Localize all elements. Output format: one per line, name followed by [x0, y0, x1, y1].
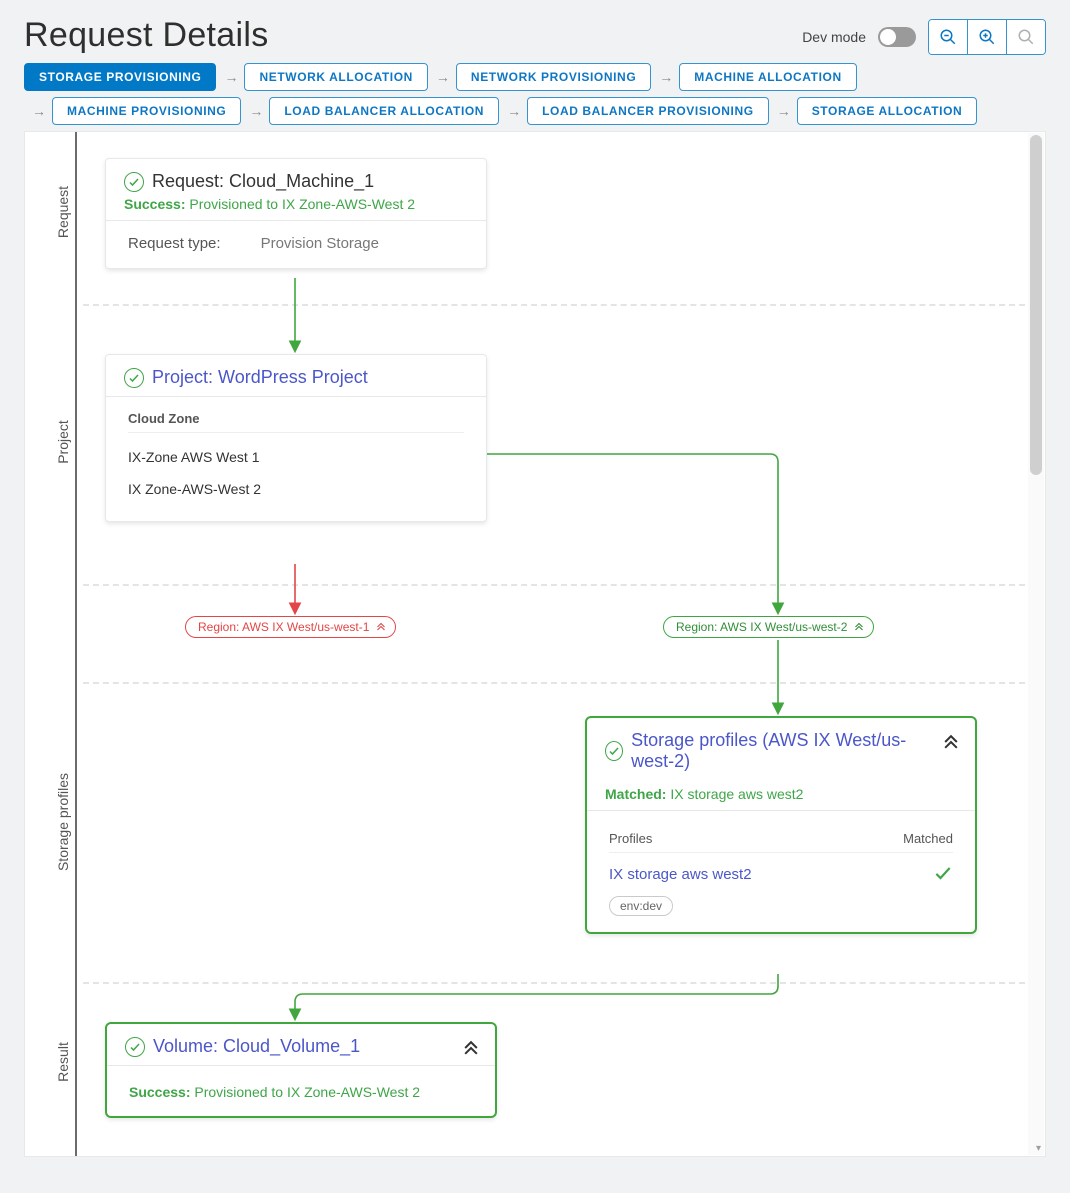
project-title-link[interactable]: Project: WordPress Project — [152, 367, 368, 388]
profiles-col-header: Profiles — [609, 831, 652, 846]
chevron-right-icon: → — [30, 103, 48, 119]
stage-machine-allocation[interactable]: MACHINE ALLOCATION — [679, 63, 856, 91]
matched-label: Matched: — [605, 786, 666, 802]
chevron-right-icon: → — [434, 69, 452, 85]
region-pill-fail[interactable]: Region: AWS IX West/us-west-1 — [185, 616, 396, 638]
result-title-row: Volume: Cloud_Volume_1 — [125, 1036, 477, 1057]
result-card: Volume: Cloud_Volume_1 Success: Provisio… — [105, 1022, 497, 1118]
project-title-row: Project: WordPress Project — [124, 367, 468, 388]
region-label: Region: AWS IX West/us-west-2 — [676, 620, 847, 634]
dev-mode-label: Dev mode — [802, 29, 866, 45]
dev-mode-toggle[interactable] — [878, 27, 916, 47]
chevron-right-icon: → — [222, 69, 240, 85]
chevron-right-icon: → — [775, 103, 793, 119]
zoom-out-button[interactable] — [929, 20, 968, 54]
stage-network-allocation[interactable]: NETWORK ALLOCATION — [244, 63, 427, 91]
request-status-text: Provisioned to IX Zone-AWS-West 2 — [189, 196, 415, 212]
request-type-value: Provision Storage — [261, 235, 379, 252]
success-icon — [124, 172, 144, 192]
lane-label-project: Project — [55, 420, 71, 464]
collapse-icon[interactable] — [461, 1038, 481, 1061]
storage-profiles-title-row: Storage profiles (AWS IX West/us-west-2) — [605, 730, 957, 772]
cloud-zone-item: IX Zone-AWS-West 2 — [128, 473, 464, 505]
stage-lb-allocation[interactable]: LOAD BALANCER ALLOCATION — [269, 97, 499, 125]
lane-label-result: Result — [55, 1042, 71, 1082]
profile-name-link[interactable]: IX storage aws west2 — [609, 866, 752, 883]
project-card: Project: WordPress Project Cloud Zone IX… — [105, 354, 487, 522]
region-pill-ok[interactable]: Region: AWS IX West/us-west-2 — [663, 616, 874, 638]
success-icon — [605, 741, 623, 761]
page-title: Request Details — [24, 16, 269, 55]
profile-row: IX storage aws west2 — [609, 853, 953, 890]
request-title-row: Request: Cloud_Machine_1 — [124, 171, 468, 192]
matched-value: IX storage aws west2 — [670, 786, 803, 802]
scrollbar[interactable]: ▾ — [1028, 133, 1044, 1155]
request-title: Request: Cloud_Machine_1 — [152, 171, 374, 192]
zoom-in-button[interactable] — [968, 20, 1007, 54]
stage-breadcrumbs-row2: → MACHINE PROVISIONING → LOAD BALANCER A… — [24, 97, 1046, 125]
zoom-reset-button — [1007, 20, 1045, 54]
cloud-zone-item: IX-Zone AWS West 1 — [128, 441, 464, 473]
flow-canvas: Request Project Storage profiles Result — [24, 131, 1046, 1157]
chevron-right-icon: → — [657, 69, 675, 85]
stage-storage-allocation[interactable]: STORAGE ALLOCATION — [797, 97, 978, 125]
success-icon — [124, 368, 144, 388]
chevron-right-icon: → — [505, 103, 523, 119]
collapse-icon[interactable] — [941, 732, 961, 755]
stage-storage-provisioning[interactable]: STORAGE PROVISIONING — [24, 63, 216, 91]
storage-profiles-card: Storage profiles (AWS IX West/us-west-2)… — [585, 716, 977, 934]
chevron-up-icon — [853, 620, 865, 635]
cloud-zone-heading: Cloud Zone — [128, 411, 464, 433]
result-status-label: Success: — [129, 1084, 190, 1100]
request-card: Request: Cloud_Machine_1 Success: Provis… — [105, 158, 487, 269]
chevron-up-icon — [375, 620, 387, 635]
tag-chip: env:dev — [609, 896, 673, 916]
stage-lb-provisioning[interactable]: LOAD BALANCER PROVISIONING — [527, 97, 769, 125]
stage-network-provisioning[interactable]: NETWORK PROVISIONING — [456, 63, 651, 91]
storage-profiles-title-link[interactable]: Storage profiles (AWS IX West/us-west-2) — [631, 730, 931, 772]
lane-label-storage-profiles: Storage profiles — [55, 773, 71, 871]
result-title-link[interactable]: Volume: Cloud_Volume_1 — [153, 1036, 360, 1057]
matched-col-header: Matched — [903, 831, 953, 846]
chevron-right-icon: → — [247, 103, 265, 119]
success-icon — [125, 1037, 145, 1057]
result-status-text: Provisioned to IX Zone-AWS-West 2 — [194, 1084, 420, 1100]
region-label: Region: AWS IX West/us-west-1 — [198, 620, 369, 634]
request-status-label: Success: — [124, 196, 185, 212]
stage-breadcrumbs: STORAGE PROVISIONING → NETWORK ALLOCATIO… — [24, 63, 1046, 91]
zoom-group — [928, 19, 1046, 55]
stage-machine-provisioning[interactable]: MACHINE PROVISIONING — [52, 97, 241, 125]
request-type-label: Request type: — [128, 235, 221, 252]
lane-label-request: Request — [55, 186, 71, 238]
check-icon — [933, 863, 953, 886]
